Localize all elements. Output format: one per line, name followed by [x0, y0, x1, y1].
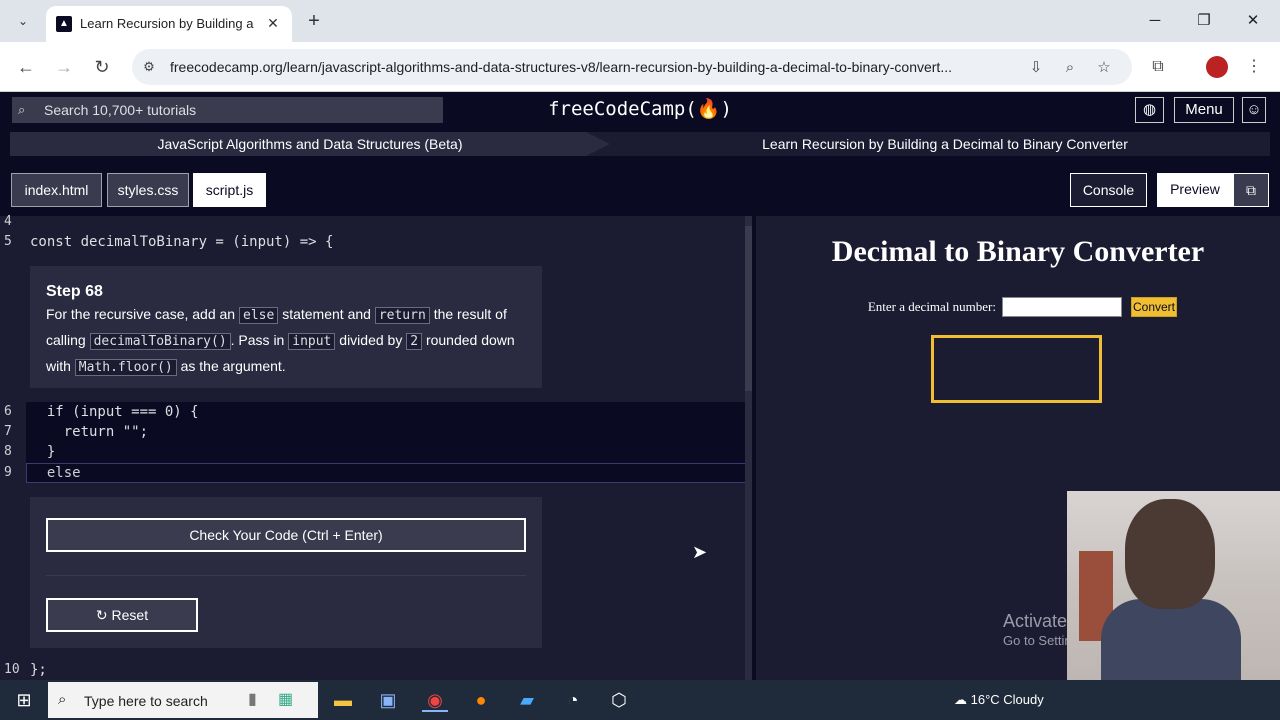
preview-input-label: Enter a decimal number: — [867, 299, 996, 314]
minimize-icon[interactable]: ─ — [1140, 10, 1170, 32]
search-icon: ⌕ — [18, 102, 26, 117]
line-number-10: 10 — [4, 662, 20, 677]
editor-scrollbar-thumb[interactable] — [745, 226, 752, 391]
step-text: For the recursive case, add an — [46, 306, 236, 322]
reset-label: Reset — [111, 607, 149, 623]
decimal-number-input[interactable] — [1002, 297, 1122, 317]
console-button[interactable]: Console — [1070, 173, 1147, 207]
line-number-7: 7 — [4, 424, 12, 439]
user-avatar-icon[interactable]: ☺ — [1242, 97, 1266, 123]
code-line-9[interactable]: else — [30, 463, 81, 483]
windows-taskbar: ⊞ ⌕ Type here to search ▮ ▦ ▬ ▣ ◉ ● ▰ ◔ … — [0, 680, 1280, 720]
breadcrumb-project[interactable]: Learn Recursion by Building a Decimal to… — [620, 132, 1270, 156]
action-panel: Check Your Code (Ctrl + Enter) ↻ Reset — [30, 497, 542, 648]
inline-code: decimalToBinary() — [89, 333, 231, 350]
address-bar[interactable]: ⚙ freecodecamp.org/learn/javascript-algo… — [132, 49, 1132, 85]
webcam-person-head — [1125, 499, 1215, 609]
step-text: . Pass in — [230, 332, 285, 348]
freecodecamp-favicon-icon: ▲ — [56, 16, 72, 32]
forward-arrow-icon[interactable]: → — [52, 55, 76, 79]
code-line-6[interactable]: if (input === 0) { — [30, 402, 199, 422]
install-app-icon[interactable]: ⇩ — [1026, 58, 1046, 78]
step-instructions: Step 68 For the recursive case, add an e… — [30, 266, 542, 388]
inline-code: input — [288, 333, 336, 350]
cube-app-icon[interactable]: ⬡ — [606, 688, 632, 712]
reload-icon[interactable]: ↻ — [90, 55, 114, 79]
check-code-button[interactable]: Check Your Code (Ctrl + Enter) — [46, 518, 526, 552]
result-output — [931, 335, 1102, 403]
convert-button[interactable]: Convert — [1131, 297, 1177, 317]
taskbar-search-input[interactable]: ⌕ Type here to search ▮ ▦ — [48, 682, 318, 718]
fcc-logo[interactable]: freeCodeCamp(🔥) — [540, 96, 740, 122]
search-placeholder: Search 10,700+ tutorials — [44, 102, 197, 118]
mouse-cursor-icon: ➤ — [692, 542, 708, 562]
tab-search-chevron-icon[interactable]: ⌄ — [14, 12, 32, 30]
tab-script-js[interactable]: script.js — [193, 173, 266, 207]
line-number-4: 4 — [4, 214, 12, 229]
bin-icon: ▮ — [248, 691, 257, 708]
restore-icon[interactable]: ❐ — [1189, 10, 1219, 32]
code-line-7[interactable]: return ""; — [30, 422, 148, 442]
browser-toolbar: ← → ↻ ⚙ freecodecamp.org/learn/javascrip… — [0, 42, 1280, 92]
extensions-puzzle-icon[interactable]: ⧉ — [1146, 55, 1170, 79]
weather-text: 16°C Cloudy — [970, 692, 1044, 707]
close-tab-icon[interactable]: ✕ — [264, 14, 282, 32]
divider — [46, 575, 526, 576]
reset-icon: ↻ — [95, 607, 108, 623]
back-arrow-icon[interactable]: ← — [14, 55, 38, 79]
site-info-icon[interactable]: ⚙ — [140, 58, 158, 76]
browser-tab-active[interactable]: ▲ Learn Recursion by Building a Decimal … — [46, 6, 292, 42]
search-icon: ⌕ — [58, 691, 67, 708]
reset-button[interactable]: ↻ Reset — [46, 598, 198, 632]
line-number-8: 8 — [4, 444, 12, 459]
breadcrumb: JavaScript Algorithms and Data Structure… — [10, 132, 1270, 156]
line-number-6: 6 — [4, 404, 12, 419]
app-window-icon[interactable]: ▣ — [375, 688, 401, 712]
file-explorer-icon[interactable]: ▬ — [330, 688, 356, 712]
browser-tab-title: Learn Recursion by Building a Decimal to… — [80, 16, 256, 31]
current-line-highlight — [26, 463, 750, 483]
inline-code: return — [374, 307, 430, 324]
chrome-icon[interactable]: ◉ — [422, 688, 448, 712]
map-icon: ▦ — [278, 691, 294, 708]
bookmark-star-icon[interactable]: ☆ — [1094, 58, 1114, 78]
firefox-icon[interactable]: ● — [468, 688, 494, 712]
recorder-icon[interactable]: ◔ — [560, 688, 586, 712]
step-text: statement and — [282, 306, 371, 322]
inline-code: else — [239, 307, 279, 324]
inline-code: Math.floor() — [74, 359, 177, 376]
cloud-icon: ☁ — [954, 692, 967, 707]
preview-button[interactable]: Preview — [1157, 173, 1233, 207]
inline-code: 2 — [406, 333, 423, 350]
code-line-10[interactable]: }; — [30, 660, 47, 680]
language-globe-icon[interactable]: ◍ — [1135, 97, 1164, 123]
code-line-8[interactable]: } — [30, 442, 55, 462]
more-menu-icon[interactable]: ⋮ — [1242, 55, 1266, 79]
zoom-icon[interactable]: ⌕ — [1060, 58, 1080, 78]
close-window-icon[interactable]: ✕ — [1238, 10, 1268, 32]
line-number-9: 9 — [4, 465, 12, 480]
popout-preview-icon[interactable]: ⧉ — [1233, 173, 1269, 207]
taskbar-search-placeholder: Type here to search — [84, 693, 208, 709]
preview-title: Decimal to Binary Converter — [831, 235, 1205, 268]
line-number-5: 5 — [4, 234, 12, 249]
new-tab-plus-icon[interactable]: + — [304, 10, 324, 32]
breadcrumb-course[interactable]: JavaScript Algorithms and Data Structure… — [10, 132, 610, 156]
step-text: divided by — [339, 332, 403, 348]
edge-window-icon[interactable]: ▰ — [514, 688, 540, 712]
weather-widget[interactable]: ☁ 16°C Cloudy — [954, 690, 1064, 710]
step-title: Step 68 — [46, 283, 103, 300]
menu-button[interactable]: Menu — [1174, 97, 1234, 123]
fcc-navbar: ⌕ Search 10,700+ tutorials freeCodeCamp(… — [0, 92, 1280, 128]
url-text[interactable]: freecodecamp.org/learn/javascript-algori… — [170, 58, 1020, 76]
fcc-search-input[interactable]: ⌕ Search 10,700+ tutorials — [12, 97, 443, 123]
step-text: as the argument. — [180, 358, 286, 374]
windows-start-icon[interactable]: ⊞ — [14, 690, 34, 710]
browser-tab-bar: ⌄ ▲ Learn Recursion by Building a Decima… — [0, 0, 1280, 42]
tab-styles-css[interactable]: styles.css — [107, 173, 189, 207]
tab-index-html[interactable]: index.html — [11, 173, 102, 207]
code-line-5[interactable]: const decimalToBinary = (input) => { — [30, 232, 333, 252]
profile-avatar[interactable] — [1206, 56, 1228, 78]
step-description: For the recursive case, add an else stat… — [46, 302, 532, 378]
